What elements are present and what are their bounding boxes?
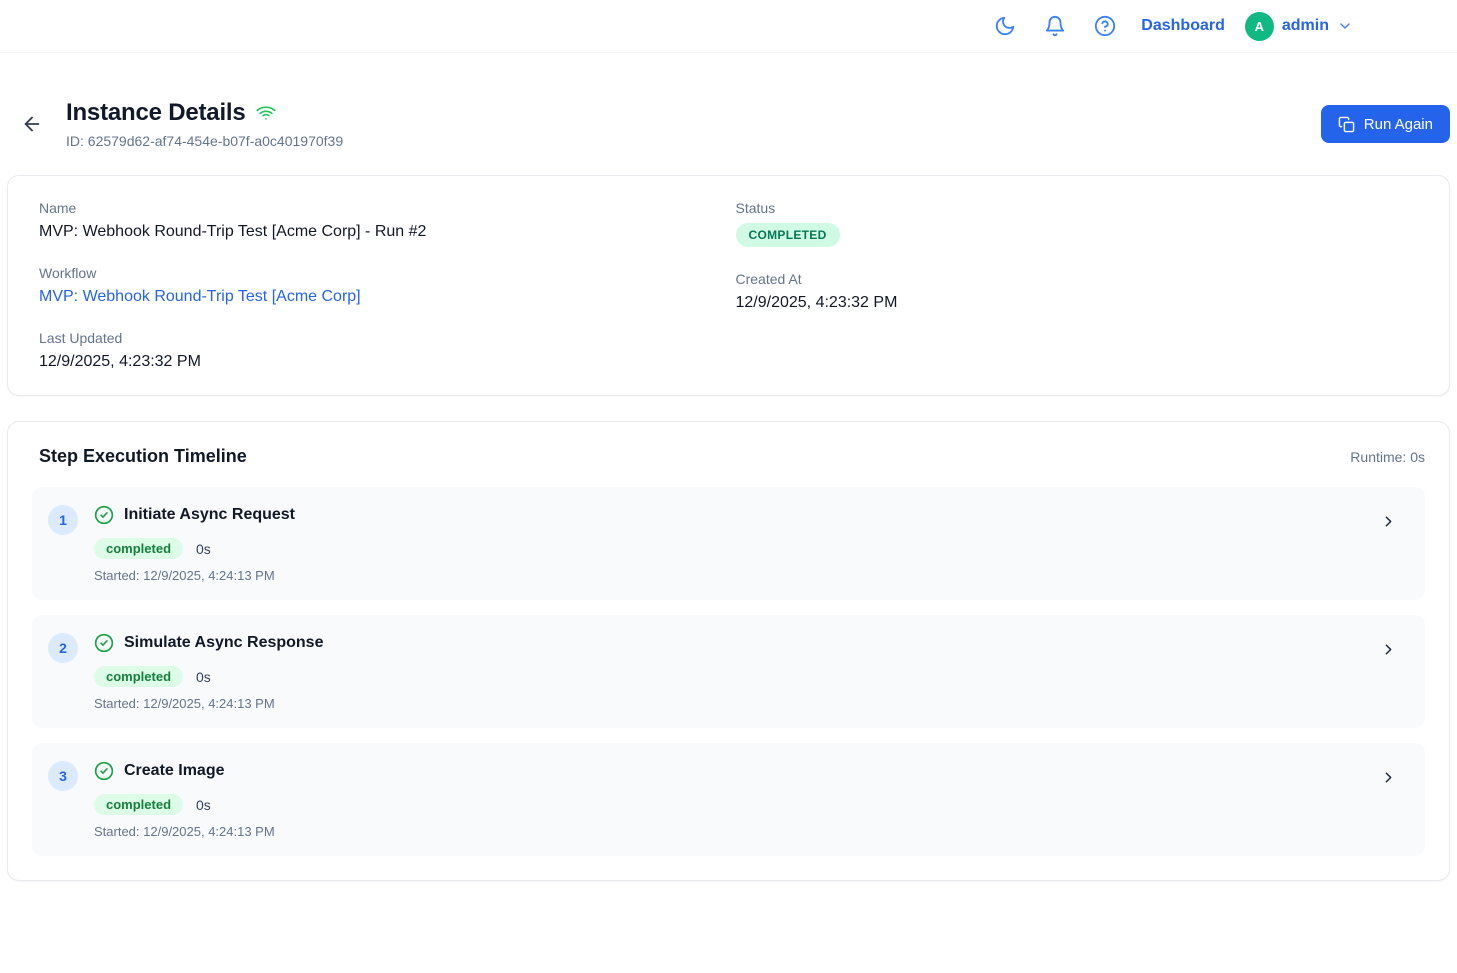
check-circle-icon [94,761,114,781]
timeline-step-2[interactable]: 2 Simulate Async Response completed 0s S… [32,615,1425,728]
details-left-column: Name MVP: Webhook Round-Trip Test [Acme … [32,200,729,371]
step-status-badge: completed [94,666,183,687]
step-started-at: Started: 12/9/2025, 4:24:13 PM [94,824,1380,839]
runtime-label: Runtime: 0s [1350,449,1425,465]
timeline-step-3[interactable]: 3 Create Image completed 0s Started: 12/… [32,743,1425,856]
last-updated-label: Last Updated [39,330,729,346]
status-label: Status [736,200,1426,216]
step-body: Simulate Async Response completed 0s Sta… [94,631,1380,711]
help-button[interactable] [1087,8,1123,44]
name-label: Name [39,200,729,216]
name-value: MVP: Webhook Round-Trip Test [Acme Corp]… [39,223,729,241]
step-execution-timeline-card: Step Execution Timeline Runtime: 0s 1 In… [7,421,1450,881]
step-status-badge: completed [94,794,183,815]
dashboard-link[interactable]: Dashboard [1141,17,1225,35]
page-header: Instance Details ID: 62579d62-af74-454e-… [7,99,1450,149]
step-duration: 0s [196,669,211,685]
chevron-right-icon[interactable] [1380,513,1397,530]
created-at-field: Created At 12/9/2025, 4:23:32 PM [736,271,1426,312]
workflow-field: Workflow MVP: Webhook Round-Trip Test [A… [39,265,729,306]
copy-icon [1338,116,1355,133]
page-title: Instance Details [66,99,246,127]
workflow-link[interactable]: MVP: Webhook Round-Trip Test [Acme Corp] [39,288,361,306]
moon-icon [994,15,1016,37]
check-circle-icon [94,633,114,653]
avatar: A [1245,12,1274,41]
step-body: Create Image completed 0s Started: 12/9/… [94,759,1380,839]
chevron-right-icon[interactable] [1380,769,1397,786]
username: admin [1282,17,1329,35]
step-title: Simulate Async Response [124,634,323,652]
timeline-step-1[interactable]: 1 Initiate Async Request completed 0s St… [32,487,1425,600]
chevron-right-icon[interactable] [1380,641,1397,658]
last-updated-field: Last Updated 12/9/2025, 4:23:32 PM [39,330,729,371]
name-field: Name MVP: Webhook Round-Trip Test [Acme … [39,200,729,241]
check-circle-icon [94,505,114,525]
details-right-column: Status COMPLETED Created At 12/9/2025, 4… [729,200,1426,371]
run-again-label: Run Again [1364,116,1433,133]
help-circle-icon [1094,15,1116,37]
instance-details-card: Name MVP: Webhook Round-Trip Test [Acme … [7,175,1450,396]
chevron-down-icon [1337,18,1353,34]
page-content: Instance Details ID: 62579d62-af74-454e-… [0,99,1457,941]
step-started-at: Started: 12/9/2025, 4:24:13 PM [94,696,1380,711]
back-button[interactable] [15,107,49,141]
step-number-badge: 2 [48,633,78,663]
created-at-value: 12/9/2025, 4:23:32 PM [736,294,1426,312]
last-updated-value: 12/9/2025, 4:23:32 PM [39,353,729,371]
dark-mode-toggle[interactable] [987,8,1023,44]
notifications-button[interactable] [1037,8,1073,44]
arrow-left-icon [21,113,43,135]
step-title: Create Image [124,762,225,780]
step-body: Initiate Async Request completed 0s Star… [94,503,1380,583]
timeline-title: Step Execution Timeline [39,446,247,467]
top-navbar: Dashboard A admin [0,0,1457,53]
workflow-label: Workflow [39,265,729,281]
step-number-badge: 3 [48,761,78,791]
bell-icon [1044,15,1066,37]
created-at-label: Created At [736,271,1426,287]
wifi-live-icon [256,103,276,123]
timeline-header: Step Execution Timeline Runtime: 0s [32,446,1425,487]
status-field: Status COMPLETED [736,200,1426,247]
step-number-badge: 1 [48,505,78,535]
status-badge: COMPLETED [736,223,840,247]
user-menu[interactable]: A admin [1245,12,1353,41]
step-status-badge: completed [94,538,183,559]
step-duration: 0s [196,541,211,557]
step-duration: 0s [196,797,211,813]
step-started-at: Started: 12/9/2025, 4:24:13 PM [94,568,1380,583]
instance-id: ID: 62579d62-af74-454e-b07f-a0c401970f39 [66,133,343,149]
run-again-button[interactable]: Run Again [1321,105,1450,143]
step-title: Initiate Async Request [124,506,295,524]
